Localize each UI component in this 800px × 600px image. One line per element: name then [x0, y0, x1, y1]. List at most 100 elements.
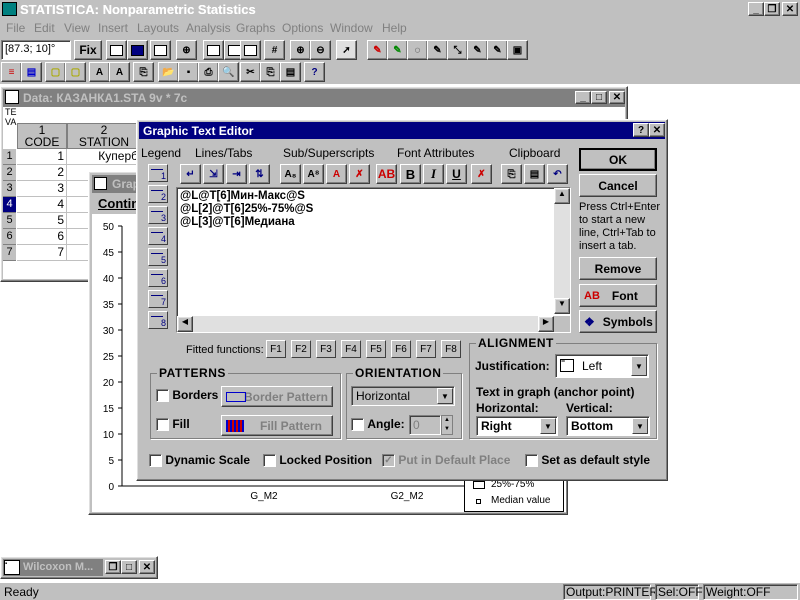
- zoom-region-icon[interactable]: [203, 40, 224, 60]
- copy2-icon[interactable]: ⎘: [260, 62, 281, 82]
- fitted-function-button-3[interactable]: F3: [316, 340, 336, 358]
- default-style-checkbox[interactable]: Set as default style: [525, 453, 650, 468]
- draw-tool-icon-4[interactable]: ✎: [427, 40, 448, 60]
- tab-align-icon[interactable]: ⇅: [249, 164, 270, 184]
- draw-tool-icon-6[interactable]: ✎: [467, 40, 488, 60]
- preview-icon[interactable]: 🔍: [218, 62, 239, 82]
- graph-layout-icon[interactable]: [240, 40, 261, 60]
- zoom-out-icon[interactable]: ⊖: [310, 40, 331, 60]
- scroll-right-icon[interactable]: ▶: [538, 316, 554, 332]
- editor-hscrollbar[interactable]: ◀ ▶: [177, 316, 554, 332]
- fix-button[interactable]: Fix: [74, 40, 102, 60]
- paste-icon[interactable]: ▤: [280, 62, 301, 82]
- cell-code[interactable]: 3: [17, 181, 67, 197]
- save-icon[interactable]: ▪: [178, 62, 199, 82]
- underline-icon[interactable]: U: [446, 164, 467, 184]
- print-icon[interactable]: ⎙: [198, 62, 219, 82]
- bold-icon[interactable]: B: [400, 164, 421, 184]
- cut-icon[interactable]: ✂: [240, 62, 261, 82]
- minimized-restore-button[interactable]: ❐: [105, 560, 121, 574]
- column-header-1[interactable]: 1 CODE: [17, 123, 67, 149]
- row-number[interactable]: 1: [3, 149, 16, 165]
- legend-button-2[interactable]: 2: [148, 185, 168, 203]
- symbols-button[interactable]: ❖ Symbols: [579, 310, 657, 333]
- legend-button-4[interactable]: 4: [148, 227, 168, 245]
- zoom-in-icon[interactable]: ⊕: [290, 40, 311, 60]
- cell-code[interactable]: 1: [17, 149, 67, 165]
- minimized-maximize-button[interactable]: □: [121, 560, 137, 574]
- scroll-up-icon[interactable]: ▲: [554, 188, 570, 204]
- line-spacing-icon[interactable]: ⇲: [203, 164, 224, 184]
- pattern-icon[interactable]: ≡: [1, 62, 22, 82]
- fill-checkbox[interactable]: Fill: [156, 417, 190, 432]
- orientation-select[interactable]: Horizontal ▼: [351, 386, 455, 406]
- app-icon[interactable]: [2, 2, 17, 16]
- data-minimize-button[interactable]: _: [575, 91, 591, 104]
- draw-tool-icon-7[interactable]: ✎: [487, 40, 508, 60]
- legend-button-1[interactable]: 1: [148, 164, 168, 182]
- graph-tab-continue[interactable]: Contin: [98, 196, 139, 211]
- default-place-checkbox[interactable]: ✓ Put in Default Place: [382, 453, 510, 468]
- row-number[interactable]: 4: [3, 197, 16, 213]
- cell-code[interactable]: 5: [17, 213, 67, 229]
- superscript-icon[interactable]: A⁸: [303, 164, 324, 184]
- fitted-function-button-6[interactable]: F6: [391, 340, 411, 358]
- app-minimize-button[interactable]: _: [748, 2, 764, 16]
- borders-checkbox[interactable]: Borders: [156, 388, 218, 403]
- draw-tool-icon-1[interactable]: ✎: [367, 40, 388, 60]
- dialog-close-button[interactable]: ✕: [649, 123, 665, 137]
- zoom-icon[interactable]: ⊕: [176, 40, 197, 60]
- border-pattern-button[interactable]: Border Pattern: [221, 386, 333, 407]
- copy-text-icon[interactable]: ⎘: [501, 164, 522, 184]
- copy-icon[interactable]: ⎘: [133, 62, 154, 82]
- text-larger-icon[interactable]: A: [89, 62, 110, 82]
- draw-tool-icon-3[interactable]: ◌: [407, 40, 428, 60]
- fill-pattern-button[interactable]: Fill Pattern: [221, 415, 333, 436]
- editor-vscrollbar[interactable]: ▲ ▼: [554, 188, 570, 314]
- word-icon[interactable]: [127, 40, 148, 60]
- cell-code[interactable]: 4: [17, 197, 67, 213]
- cell-code[interactable]: 2: [17, 165, 67, 181]
- cell-code[interactable]: 6: [17, 229, 67, 245]
- menu-options[interactable]: Options: [282, 21, 323, 35]
- menu-edit[interactable]: Edit: [34, 21, 55, 35]
- dynamic-scale-checkbox[interactable]: Dynamic Scale: [149, 453, 250, 468]
- legend-button-8[interactable]: 8: [148, 311, 168, 329]
- dialog-help-button[interactable]: ?: [633, 123, 649, 137]
- fitted-function-button-8[interactable]: F8: [441, 340, 461, 358]
- row-number[interactable]: 5: [3, 213, 16, 229]
- undo-icon[interactable]: ↶: [547, 164, 568, 184]
- horizontal-select[interactable]: Right ▼: [476, 416, 558, 436]
- dialog-title-bar[interactable]: Graphic Text Editor: [139, 122, 665, 139]
- menu-graphs[interactable]: Graphs: [236, 21, 275, 35]
- menu-insert[interactable]: Insert: [98, 21, 128, 35]
- app-close-button[interactable]: ✕: [782, 2, 798, 16]
- row-number[interactable]: 6: [3, 229, 16, 245]
- vertical-select[interactable]: Bottom ▼: [566, 416, 650, 436]
- clear-sub-sup-icon[interactable]: ✗: [349, 164, 370, 184]
- help-icon[interactable]: ?: [304, 62, 325, 82]
- open-icon[interactable]: 📂: [158, 62, 179, 82]
- row-number[interactable]: 2: [3, 165, 16, 181]
- sub-sup-icon[interactable]: A: [326, 164, 347, 184]
- menu-window[interactable]: Window: [330, 21, 373, 35]
- frame-icon-1[interactable]: ▢: [45, 62, 66, 82]
- subscript-icon[interactable]: A₈: [280, 164, 301, 184]
- menu-analysis[interactable]: Analysis: [186, 21, 231, 35]
- paste-text-icon[interactable]: ▤: [524, 164, 545, 184]
- font-color-icon[interactable]: AB: [376, 164, 397, 184]
- cancel-button[interactable]: Cancel: [579, 174, 657, 197]
- menu-layouts[interactable]: Layouts: [137, 21, 179, 35]
- justification-select[interactable]: ≡ Left ▼: [555, 354, 649, 378]
- new-line-icon[interactable]: ↵: [180, 164, 201, 184]
- remove-button[interactable]: Remove: [579, 257, 657, 280]
- row-number[interactable]: 7: [3, 245, 16, 261]
- legend-button-5[interactable]: 5: [148, 248, 168, 266]
- draw-tool-icon-2[interactable]: ✎: [387, 40, 408, 60]
- font-button[interactable]: AB Font: [579, 284, 657, 307]
- fitted-function-button-2[interactable]: F2: [291, 340, 311, 358]
- data-close-button[interactable]: ✕: [609, 91, 625, 104]
- menu-help[interactable]: Help: [382, 21, 407, 35]
- data-window-title-bar[interactable]: Data: КАЗАНКА1.STA 9v * 7c: [3, 89, 625, 107]
- angle-spinner[interactable]: ▲ ▼: [441, 415, 453, 435]
